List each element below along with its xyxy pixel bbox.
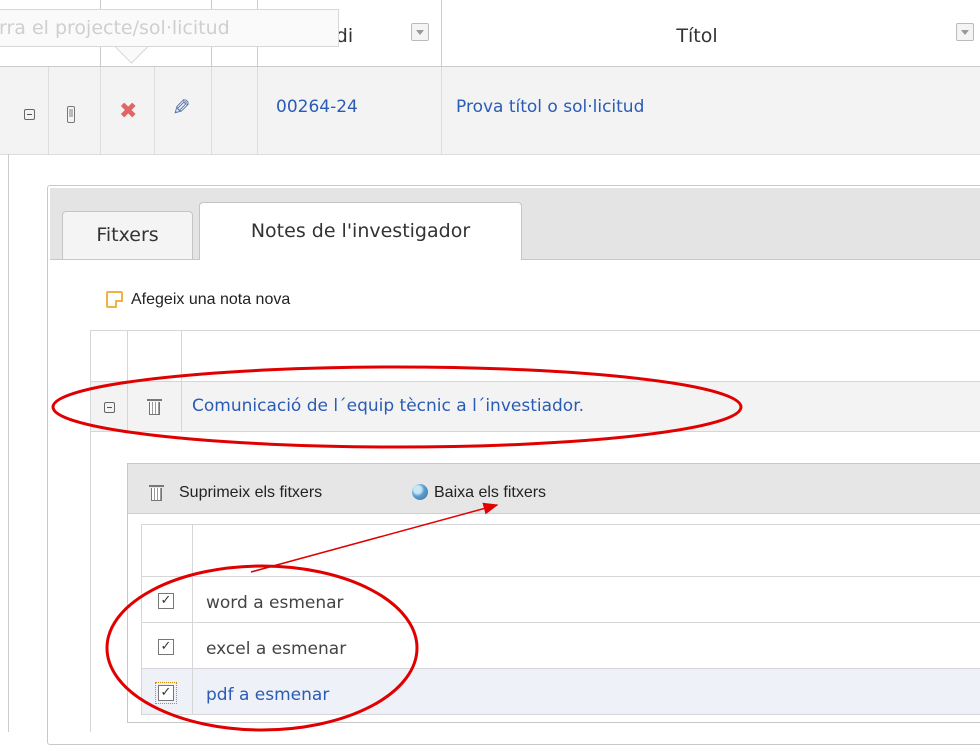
annotation-ellipse-files	[105, 564, 419, 732]
annotation-ellipse-note	[51, 365, 743, 449]
annotation-layer	[51, 365, 743, 732]
annotation-arrow	[250, 502, 499, 573]
